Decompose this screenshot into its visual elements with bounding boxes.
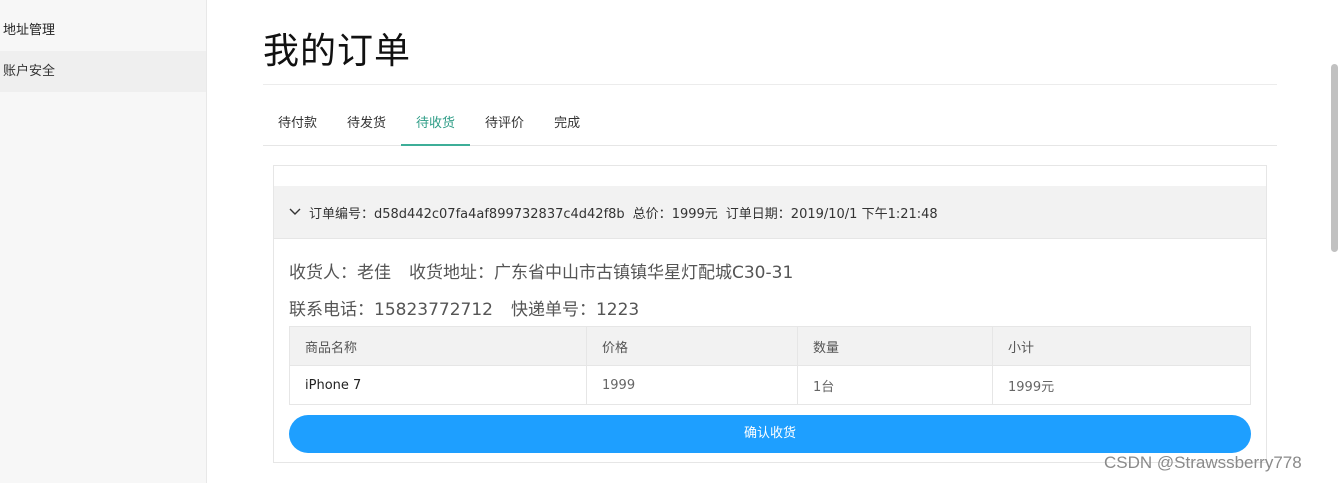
order-number-value: d58d442c07fa4af899732837c4d42f8b	[374, 206, 625, 222]
tab-pending-shipment[interactable]: 待发货	[332, 104, 401, 144]
tracking-label: 快递单号：	[510, 300, 596, 320]
order-number: 订单编号：d58d442c07fa4af899732837c4d42f8b	[309, 203, 625, 222]
watermark: CSDN @Strawssberry778	[1104, 453, 1302, 472]
order-header[interactable]: 订单编号：d58d442c07fa4af899732837c4d42f8b 总价…	[274, 186, 1266, 239]
table-cell: iPhone 7	[289, 365, 587, 405]
order-card: 订单编号：d58d442c07fa4af899732837c4d42f8b 总价…	[273, 165, 1267, 463]
receiver-info: 收货人：老佳 收货地址：广东省中山市古镇镇华星灯配城C30-31	[289, 258, 793, 283]
main-content: 我的订单 待付款 待发货 待收货 待评价 完成 订单编号：d58d442c07f…	[263, 0, 1277, 483]
tab-pending-payment[interactable]: 待付款	[263, 104, 332, 144]
table-header-row: 商品名称 价格 数量 小计	[289, 326, 1251, 366]
table-header-cell: 商品名称	[289, 326, 587, 366]
sidebar: 地址管理 账户安全	[0, 0, 207, 483]
order-total-value: 1999元	[671, 206, 718, 222]
order-date-label: 订单日期：	[725, 206, 791, 222]
table-cell: 1999元	[992, 365, 1251, 405]
table-header-cell: 数量	[797, 326, 993, 366]
contact-info: 联系电话：15823772712 快递单号：1223	[289, 295, 639, 320]
page-title: 我的订单	[263, 31, 412, 72]
address-label: 收货地址：	[409, 263, 494, 283]
order-tabs: 待付款 待发货 待收货 待评价 完成	[263, 104, 1277, 146]
tab-pending-receipt[interactable]: 待收货	[401, 104, 471, 146]
phone-label: 联系电话：	[289, 300, 374, 320]
scrollbar[interactable]	[1331, 64, 1338, 252]
tab-completed[interactable]: 完成	[539, 104, 595, 144]
receiver-value: 老佳	[357, 263, 391, 283]
order-items-table: 商品名称 价格 数量 小计 iPhone 7 1999 1台 1999元	[289, 326, 1251, 405]
table-cell: 1999	[586, 365, 798, 405]
sidebar-item-security[interactable]: 账户安全	[0, 51, 206, 92]
divider	[263, 84, 1277, 85]
order-date-value: 2019/10/1 下午1:21:48	[790, 206, 938, 222]
receiver-label: 收货人：	[289, 263, 357, 283]
sidebar-item-address[interactable]: 地址管理	[0, 10, 206, 51]
order-total: 总价：1999元	[633, 203, 718, 222]
phone-value: 15823772712	[374, 300, 493, 320]
tab-pending-review[interactable]: 待评价	[470, 104, 539, 144]
order-number-label: 订单编号：	[309, 206, 375, 222]
tracking-value: 1223	[595, 300, 640, 320]
order-total-label: 总价：	[632, 206, 672, 222]
confirm-receipt-button[interactable]: 确认收货	[289, 415, 1251, 453]
table-row: iPhone 7 1999 1台 1999元	[289, 365, 1251, 405]
order-date: 订单日期：2019/10/1 下午1:21:48	[726, 203, 938, 222]
table-cell: 1台	[797, 365, 993, 405]
table-header-cell: 小计	[992, 326, 1251, 366]
table-header-cell: 价格	[586, 326, 798, 366]
address-value: 广东省中山市古镇镇华星灯配城C30-31	[494, 263, 794, 283]
chevron-down-icon[interactable]	[289, 208, 309, 216]
